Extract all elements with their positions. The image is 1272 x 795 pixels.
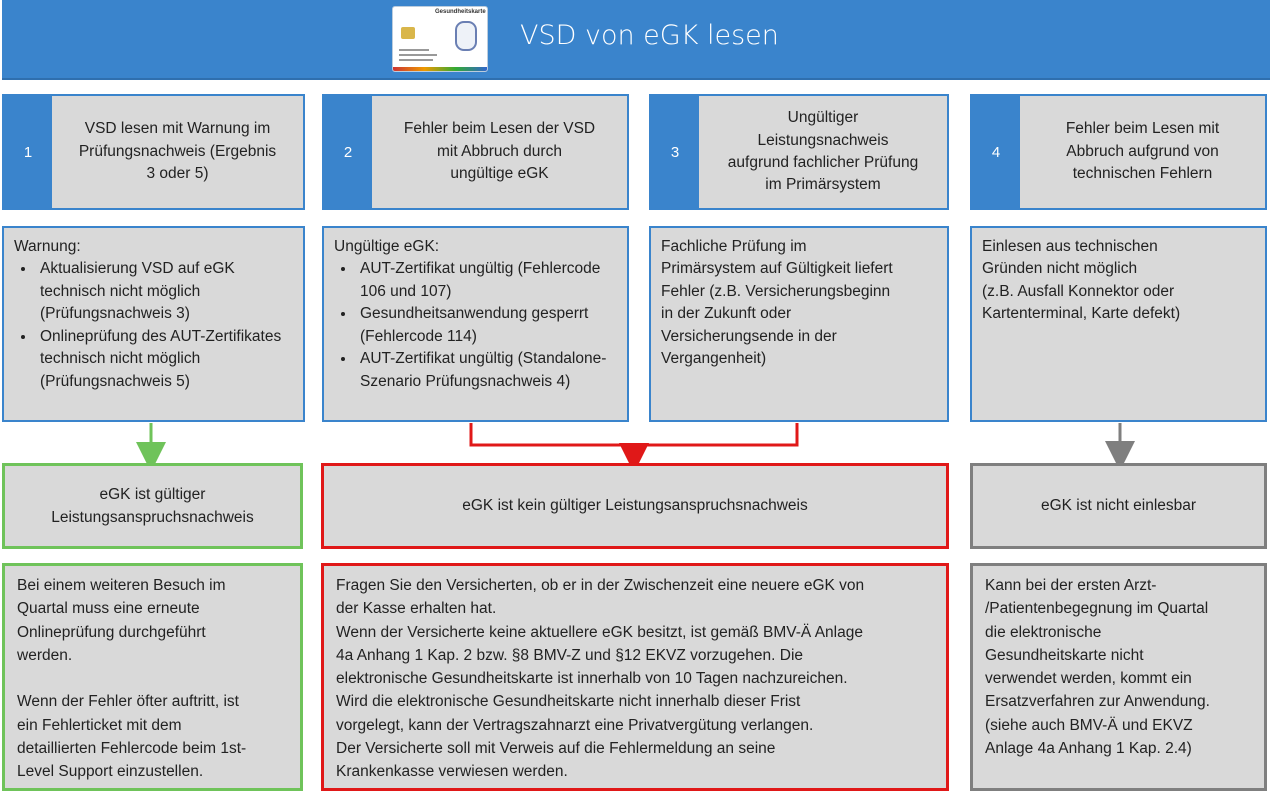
result-invalid: eGK ist kein gültiger Leistungsanspruchs… bbox=[321, 463, 949, 549]
advice-invalid: Fragen Sie den Versicherten, ob er in de… bbox=[321, 563, 949, 791]
result-unreadable: eGK ist nicht einlesbar bbox=[970, 463, 1267, 549]
result-valid: eGK ist gültiger Leistungsanspruchsnachw… bbox=[2, 463, 303, 549]
advice-unreadable: Kann bei der ersten Arzt- /Patientenbege… bbox=[970, 563, 1267, 791]
connector-invalid bbox=[469, 423, 799, 447]
advice-valid: Bei einem weiteren Besuch im Quartal mus… bbox=[2, 563, 303, 791]
